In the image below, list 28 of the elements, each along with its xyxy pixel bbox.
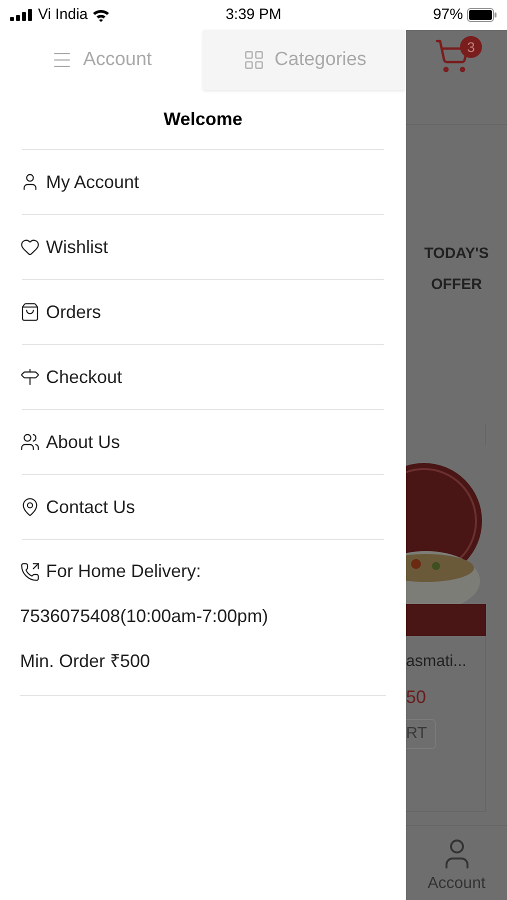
signpost-icon xyxy=(20,367,40,387)
welcome-title: Welcome xyxy=(164,108,242,131)
drawer-menu-item[interactable]: Wishlist xyxy=(20,234,108,260)
heart-icon xyxy=(20,237,40,257)
battery-percent: 97% xyxy=(432,4,463,25)
offer-text: TODAY'S xyxy=(424,244,489,264)
signal-icon xyxy=(10,9,34,21)
delivery-label: For Home Delivery: xyxy=(46,560,202,583)
drawer-menu-item[interactable]: My Account xyxy=(20,168,140,196)
clock-time: 3:39 PM xyxy=(224,4,282,25)
users-icon xyxy=(20,432,40,452)
delivery-phone: 7536075408(10:00am-7:00pm) xyxy=(20,605,270,628)
grid-icon xyxy=(242,49,265,71)
product-name: asmati... xyxy=(406,652,468,672)
drawer-menu-item[interactable]: About Us xyxy=(20,428,120,456)
drawer-menu-item[interactable]: Orders xyxy=(20,298,102,326)
drawer-menu-item[interactable]: Checkout xyxy=(20,364,122,390)
battery-icon xyxy=(467,8,497,22)
wifi-icon xyxy=(92,8,110,22)
minimum-order: Min. Order ₹500 xyxy=(20,650,152,673)
offer-text: OFFER xyxy=(431,274,482,294)
drawer-menu-item[interactable]: Contact Us xyxy=(20,494,136,520)
cart-count-badge: 3 xyxy=(460,36,482,58)
carrier-name: Vi India xyxy=(38,4,88,25)
phone-icon xyxy=(20,562,40,582)
pin-icon xyxy=(20,497,40,517)
bag-icon xyxy=(20,302,40,322)
product-price: 50 xyxy=(406,686,428,709)
